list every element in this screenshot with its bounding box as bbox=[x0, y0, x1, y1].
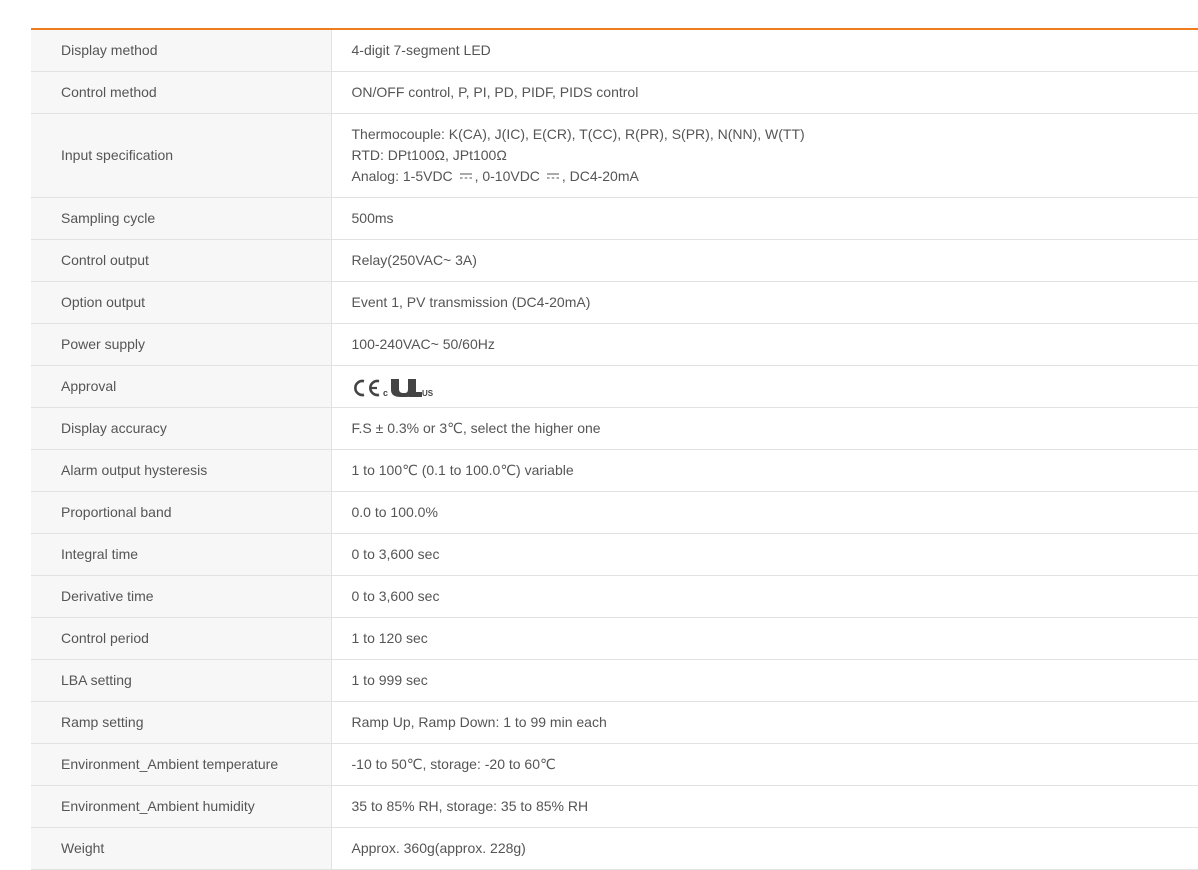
spec-label: Control output bbox=[31, 239, 331, 281]
spec-label: Display method bbox=[31, 29, 331, 71]
spec-row-ramp-setting: Ramp setting Ramp Up, Ramp Down: 1 to 99… bbox=[31, 701, 1198, 743]
spec-value: 1 to 100℃ (0.1 to 100.0℃) variable bbox=[331, 449, 1198, 491]
spec-label: Sampling cycle bbox=[31, 197, 331, 239]
ul-c-text: c bbox=[383, 388, 388, 398]
spec-row-approval: Approval c US bbox=[31, 365, 1198, 407]
spec-label: Integral time bbox=[31, 533, 331, 575]
ul-listed-mark-icon: c US bbox=[382, 376, 438, 398]
spec-value: Relay(250VAC~ 3A) bbox=[331, 239, 1198, 281]
analog-range-1: Analog: 1-5VDC bbox=[352, 168, 453, 184]
spec-value: 0 to 3,600 sec bbox=[331, 533, 1198, 575]
analog-range-3: , DC4-20mA bbox=[562, 168, 639, 184]
spec-label: Derivative time bbox=[31, 575, 331, 617]
spec-row-derivative-time: Derivative time 0 to 3,600 sec bbox=[31, 575, 1198, 617]
spec-value: 0.0 to 100.0% bbox=[331, 491, 1198, 533]
spec-row-lba-setting: LBA setting 1 to 999 sec bbox=[31, 659, 1198, 701]
spec-row-power-supply: Power supply 100-240VAC~ 50/60Hz bbox=[31, 323, 1198, 365]
spec-row-ambient-humidity: Environment_Ambient humidity 35 to 85% R… bbox=[31, 785, 1198, 827]
spec-label: Control method bbox=[31, 71, 331, 113]
spec-label: Alarm output hysteresis bbox=[31, 449, 331, 491]
input-thermocouple-line: Thermocouple: K(CA), J(IC), E(CR), T(CC)… bbox=[352, 124, 1198, 145]
spec-row-proportional-band: Proportional band 0.0 to 100.0% bbox=[31, 491, 1198, 533]
spec-row-control-output: Control output Relay(250VAC~ 3A) bbox=[31, 239, 1198, 281]
ul-us-text: US bbox=[422, 389, 434, 398]
spec-row-control-method: Control method ON/OFF control, P, PI, PD… bbox=[31, 71, 1198, 113]
spec-value: c US bbox=[331, 365, 1198, 407]
dc-current-icon bbox=[546, 172, 560, 180]
spec-value: Approx. 360g(approx. 228g) bbox=[331, 827, 1198, 869]
spec-row-sampling-cycle: Sampling cycle 500ms bbox=[31, 197, 1198, 239]
dc-current-icon bbox=[459, 172, 473, 180]
approval-marks: c US bbox=[352, 376, 438, 398]
spec-row-option-output: Option output Event 1, PV transmission (… bbox=[31, 281, 1198, 323]
spec-value: 500ms bbox=[331, 197, 1198, 239]
spec-row-alarm-output-hysteresis: Alarm output hysteresis 1 to 100℃ (0.1 t… bbox=[31, 449, 1198, 491]
spec-value: 1 to 999 sec bbox=[331, 659, 1198, 701]
input-analog-line: Analog: 1-5VDC , 0-10VDC , DC4-20mA bbox=[352, 166, 1198, 187]
spec-value: F.S ± 0.3% or 3℃, select the higher one bbox=[331, 407, 1198, 449]
spec-value: 1 to 120 sec bbox=[331, 617, 1198, 659]
spec-row-display-accuracy: Display accuracy F.S ± 0.3% or 3℃, selec… bbox=[31, 407, 1198, 449]
analog-range-2: , 0-10VDC bbox=[475, 168, 540, 184]
spec-value: ON/OFF control, P, PI, PD, PIDF, PIDS co… bbox=[331, 71, 1198, 113]
spec-value: -10 to 50℃, storage: -20 to 60℃ bbox=[331, 743, 1198, 785]
spec-label: Control period bbox=[31, 617, 331, 659]
spec-label: Environment_Ambient temperature bbox=[31, 743, 331, 785]
spec-value: 100-240VAC~ 50/60Hz bbox=[331, 323, 1198, 365]
spec-label: Proportional band bbox=[31, 491, 331, 533]
spec-value: Ramp Up, Ramp Down: 1 to 99 min each bbox=[331, 701, 1198, 743]
spec-label: Display accuracy bbox=[31, 407, 331, 449]
spec-table: Display method 4-digit 7-segment LED Con… bbox=[31, 28, 1198, 870]
input-rtd-line: RTD: DPt100Ω, JPt100Ω bbox=[352, 145, 1198, 166]
spec-label: Environment_Ambient humidity bbox=[31, 785, 331, 827]
spec-value: 0 to 3,600 sec bbox=[331, 575, 1198, 617]
spec-value: Thermocouple: K(CA), J(IC), E(CR), T(CC)… bbox=[331, 113, 1198, 197]
spec-value: 4-digit 7-segment LED bbox=[331, 29, 1198, 71]
spec-row-input-specification: Input specification Thermocouple: K(CA),… bbox=[31, 113, 1198, 197]
spec-row-weight: Weight Approx. 360g(approx. 228g) bbox=[31, 827, 1198, 869]
spec-row-display-method: Display method 4-digit 7-segment LED bbox=[31, 29, 1198, 71]
spec-value: Event 1, PV transmission (DC4-20mA) bbox=[331, 281, 1198, 323]
spec-value: 35 to 85% RH, storage: 35 to 85% RH bbox=[331, 785, 1198, 827]
spec-label: Input specification bbox=[31, 113, 331, 197]
spec-label: LBA setting bbox=[31, 659, 331, 701]
spec-label: Weight bbox=[31, 827, 331, 869]
spec-label: Power supply bbox=[31, 323, 331, 365]
spec-label: Option output bbox=[31, 281, 331, 323]
spec-label: Approval bbox=[31, 365, 331, 407]
spec-row-control-period: Control period 1 to 120 sec bbox=[31, 617, 1198, 659]
spec-row-integral-time: Integral time 0 to 3,600 sec bbox=[31, 533, 1198, 575]
spec-label: Ramp setting bbox=[31, 701, 331, 743]
ce-mark-icon bbox=[352, 378, 382, 398]
spec-row-ambient-temperature: Environment_Ambient temperature -10 to 5… bbox=[31, 743, 1198, 785]
